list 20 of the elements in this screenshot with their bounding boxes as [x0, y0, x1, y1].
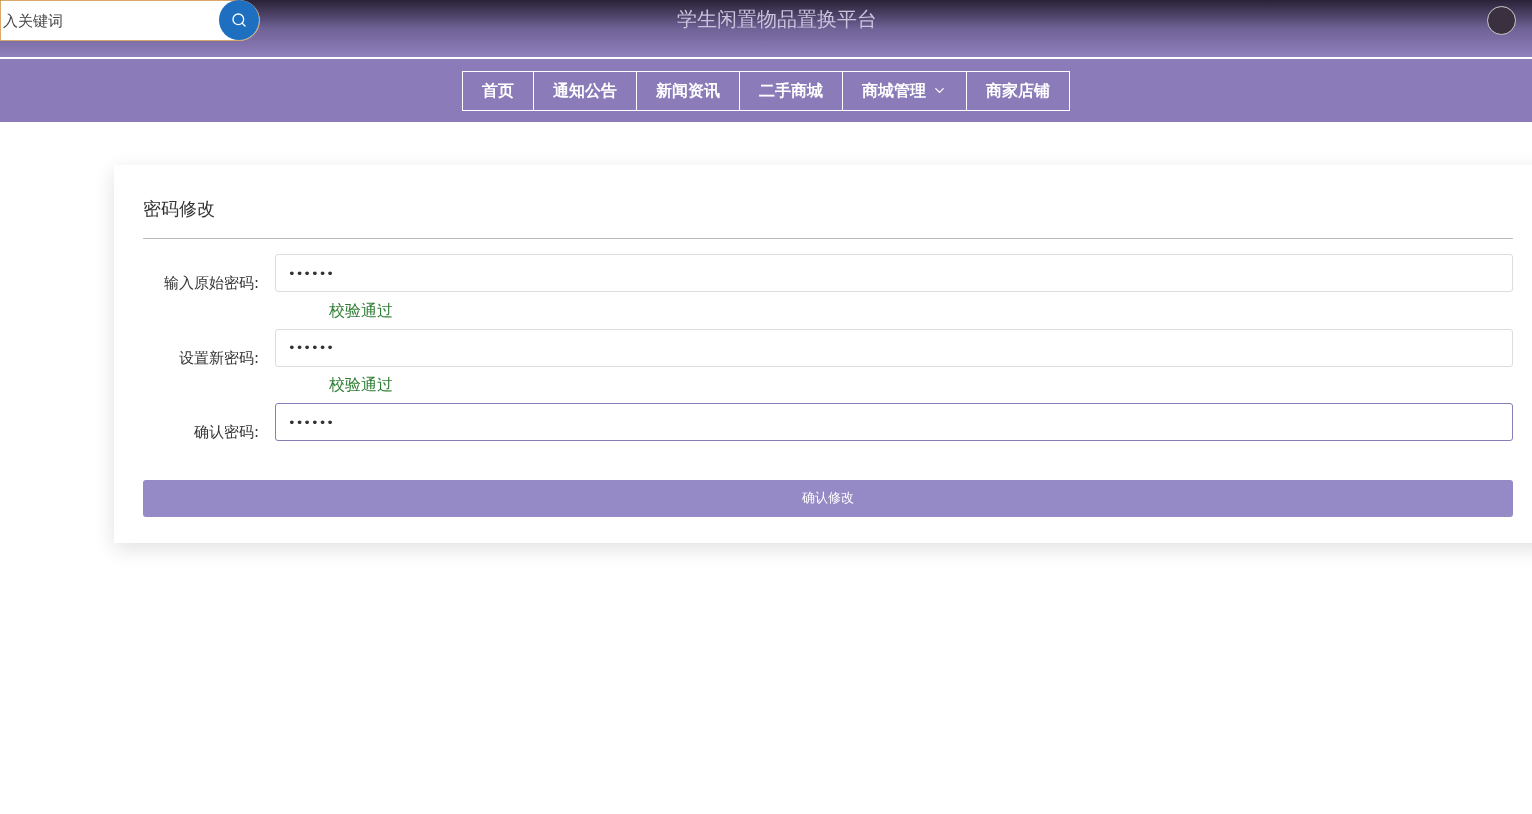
- nav-tab[interactable]: 新闻资讯: [636, 71, 739, 110]
- field-label: 输入原始密码:: [162, 273, 260, 294]
- validation-message: 校验通过: [329, 299, 394, 322]
- nav-tab[interactable]: 商城管理: [842, 71, 966, 110]
- avatar[interactable]: [1487, 6, 1516, 35]
- nav-tab[interactable]: 通知公告: [533, 71, 636, 110]
- password-field[interactable]: ••••••: [275, 254, 1513, 292]
- password-field[interactable]: ••••••: [275, 403, 1513, 441]
- nav-tab[interactable]: 商家店铺: [966, 71, 1069, 110]
- validation-message: 校验通过: [329, 374, 394, 396]
- site-title: 学生闲置物品置换平台: [677, 6, 877, 33]
- password-field[interactable]: ••••••: [275, 328, 1513, 367]
- field-label: 设置新密码:: [177, 347, 260, 369]
- submit-button[interactable]: 确认修改: [143, 479, 1513, 517]
- search-button[interactable]: [219, 0, 259, 40]
- field-label: 确认密码:: [192, 422, 260, 443]
- search-icon: [231, 12, 247, 28]
- nav-tab[interactable]: 二手商城: [739, 71, 842, 110]
- form-title: 密码修改: [143, 195, 1513, 239]
- nav-tab[interactable]: 首页: [463, 71, 533, 110]
